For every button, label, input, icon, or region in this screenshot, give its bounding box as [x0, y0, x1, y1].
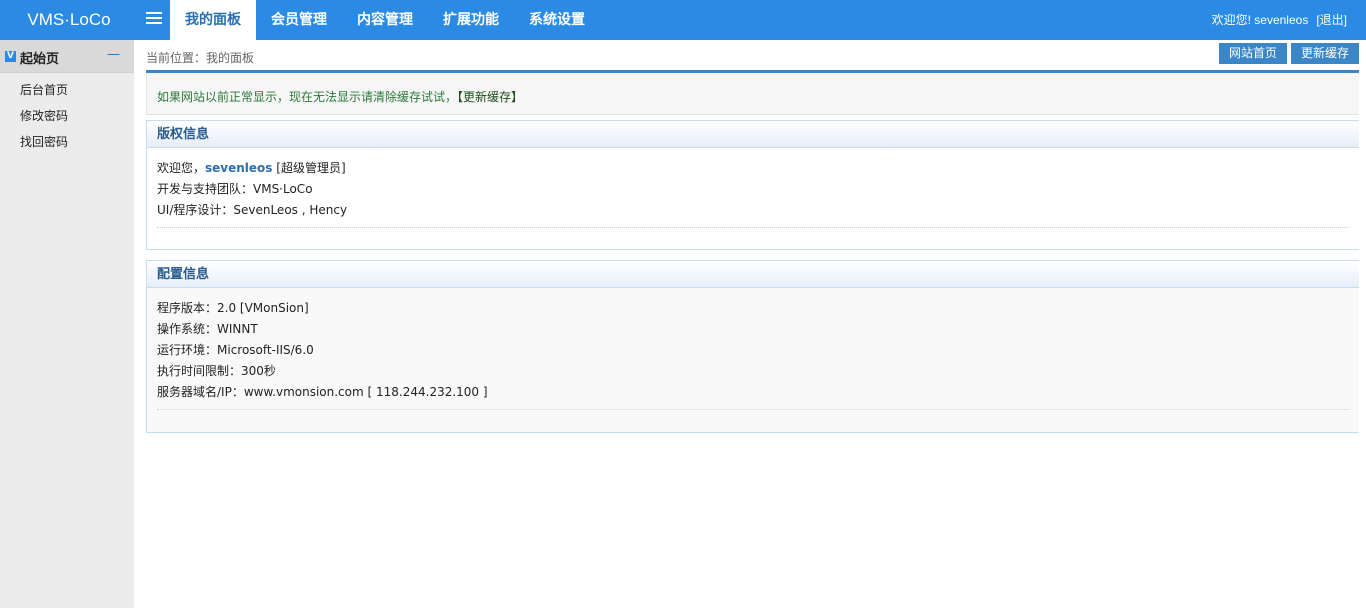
- breadcrumb: 当前位置：我的面板: [146, 51, 255, 65]
- top-bar: VMS·LoCo 我的面板 会员管理 内容管理 扩展功能 系统设置 欢迎您! s…: [0, 0, 1366, 40]
- site-home-button[interactable]: 网站首页: [1218, 43, 1287, 64]
- config-row-server: 服务器域名/IP：www.vmonsion.com [ 118.244.232.…: [157, 385, 488, 399]
- dotted-divider: [157, 409, 1349, 410]
- config-panel: 配置信息 程序版本：2.0 [VMonSion] 操作系统：WINNT 运行环境…: [146, 260, 1359, 433]
- user-area: 欢迎您! sevenleos [退出]: [1212, 0, 1347, 40]
- sidebar-list: 后台首页 修改密码 找回密码: [0, 73, 134, 155]
- collapse-icon[interactable]: —: [107, 47, 120, 62]
- logout-link[interactable]: [退出]: [1316, 13, 1347, 27]
- copyright-panel: 版权信息 欢迎您，sevenleos [超级管理员] 开发与支持团队：VMS·L…: [146, 120, 1359, 250]
- design-row: UI/程序设计：SevenLeos , Hency: [157, 203, 348, 217]
- team-row: 开发与支持团队：VMS·LoCo: [157, 182, 313, 196]
- logo[interactable]: VMS·LoCo: [0, 0, 138, 40]
- nav-member-management[interactable]: 会员管理: [256, 0, 342, 40]
- update-cache-button[interactable]: 更新缓存: [1290, 43, 1359, 64]
- user-role: [超级管理员]: [276, 161, 346, 175]
- sidebar: V 起始页 — 后台首页 修改密码 找回密码: [0, 40, 134, 608]
- config-row-os: 操作系统：WINNT: [157, 322, 258, 336]
- sidebar-title: 起始页: [20, 52, 60, 67]
- sidebar-item-recover-password[interactable]: 找回密码: [0, 129, 134, 155]
- welcome-row: 欢迎您，sevenleos [超级管理员]: [157, 158, 1349, 179]
- nav-my-panel[interactable]: 我的面板: [170, 0, 256, 40]
- config-row-environment: 运行环境：Microsoft-IIS/6.0: [157, 343, 314, 357]
- sidebar-item-admin-home[interactable]: 后台首页: [0, 77, 134, 103]
- v-logo-icon: V: [5, 51, 16, 62]
- notice-message: 如果网站以前正常显示，现在无法显示请清除缓存试试，: [157, 90, 458, 104]
- main-nav: 我的面板 会员管理 内容管理 扩展功能 系统设置: [170, 0, 600, 40]
- dotted-divider: [157, 227, 1349, 228]
- notice-box: 如果网站以前正常显示，现在无法显示请清除缓存试试，【更新缓存】: [146, 73, 1359, 115]
- username: sevenleos: [205, 161, 273, 175]
- config-panel-body: 程序版本：2.0 [VMonSion] 操作系统：WINNT 运行环境：Micr…: [147, 288, 1359, 410]
- copyright-panel-title: 版权信息: [147, 121, 1359, 148]
- config-row-time-limit: 执行时间限制：300秒: [157, 364, 276, 378]
- config-panel-title: 配置信息: [147, 261, 1359, 288]
- welcome-text: 欢迎您! sevenleos: [1211, 13, 1309, 27]
- config-row-version: 程序版本：2.0 [VMonSion]: [157, 301, 309, 315]
- copyright-panel-body: 欢迎您，sevenleos [超级管理员] 开发与支持团队：VMS·LoCo U…: [147, 148, 1359, 228]
- notice-update-cache-link[interactable]: 【更新缓存】: [457, 90, 523, 104]
- nav-extensions[interactable]: 扩展功能: [428, 0, 514, 40]
- welcome-prefix: 欢迎您，: [157, 161, 206, 175]
- main-content: 当前位置：我的面板 网站首页 更新缓存 如果网站以前正常显示，现在无法显示请清除…: [134, 40, 1366, 608]
- sidebar-item-change-password[interactable]: 修改密码: [0, 103, 134, 129]
- menu-toggle-icon[interactable]: [146, 12, 162, 28]
- sidebar-header[interactable]: V 起始页 —: [0, 40, 134, 73]
- notice-text: 如果网站以前正常显示，现在无法显示请清除缓存试试，【更新缓存】: [157, 88, 523, 105]
- nav-content-management[interactable]: 内容管理: [342, 0, 428, 40]
- nav-system-settings[interactable]: 系统设置: [514, 0, 600, 40]
